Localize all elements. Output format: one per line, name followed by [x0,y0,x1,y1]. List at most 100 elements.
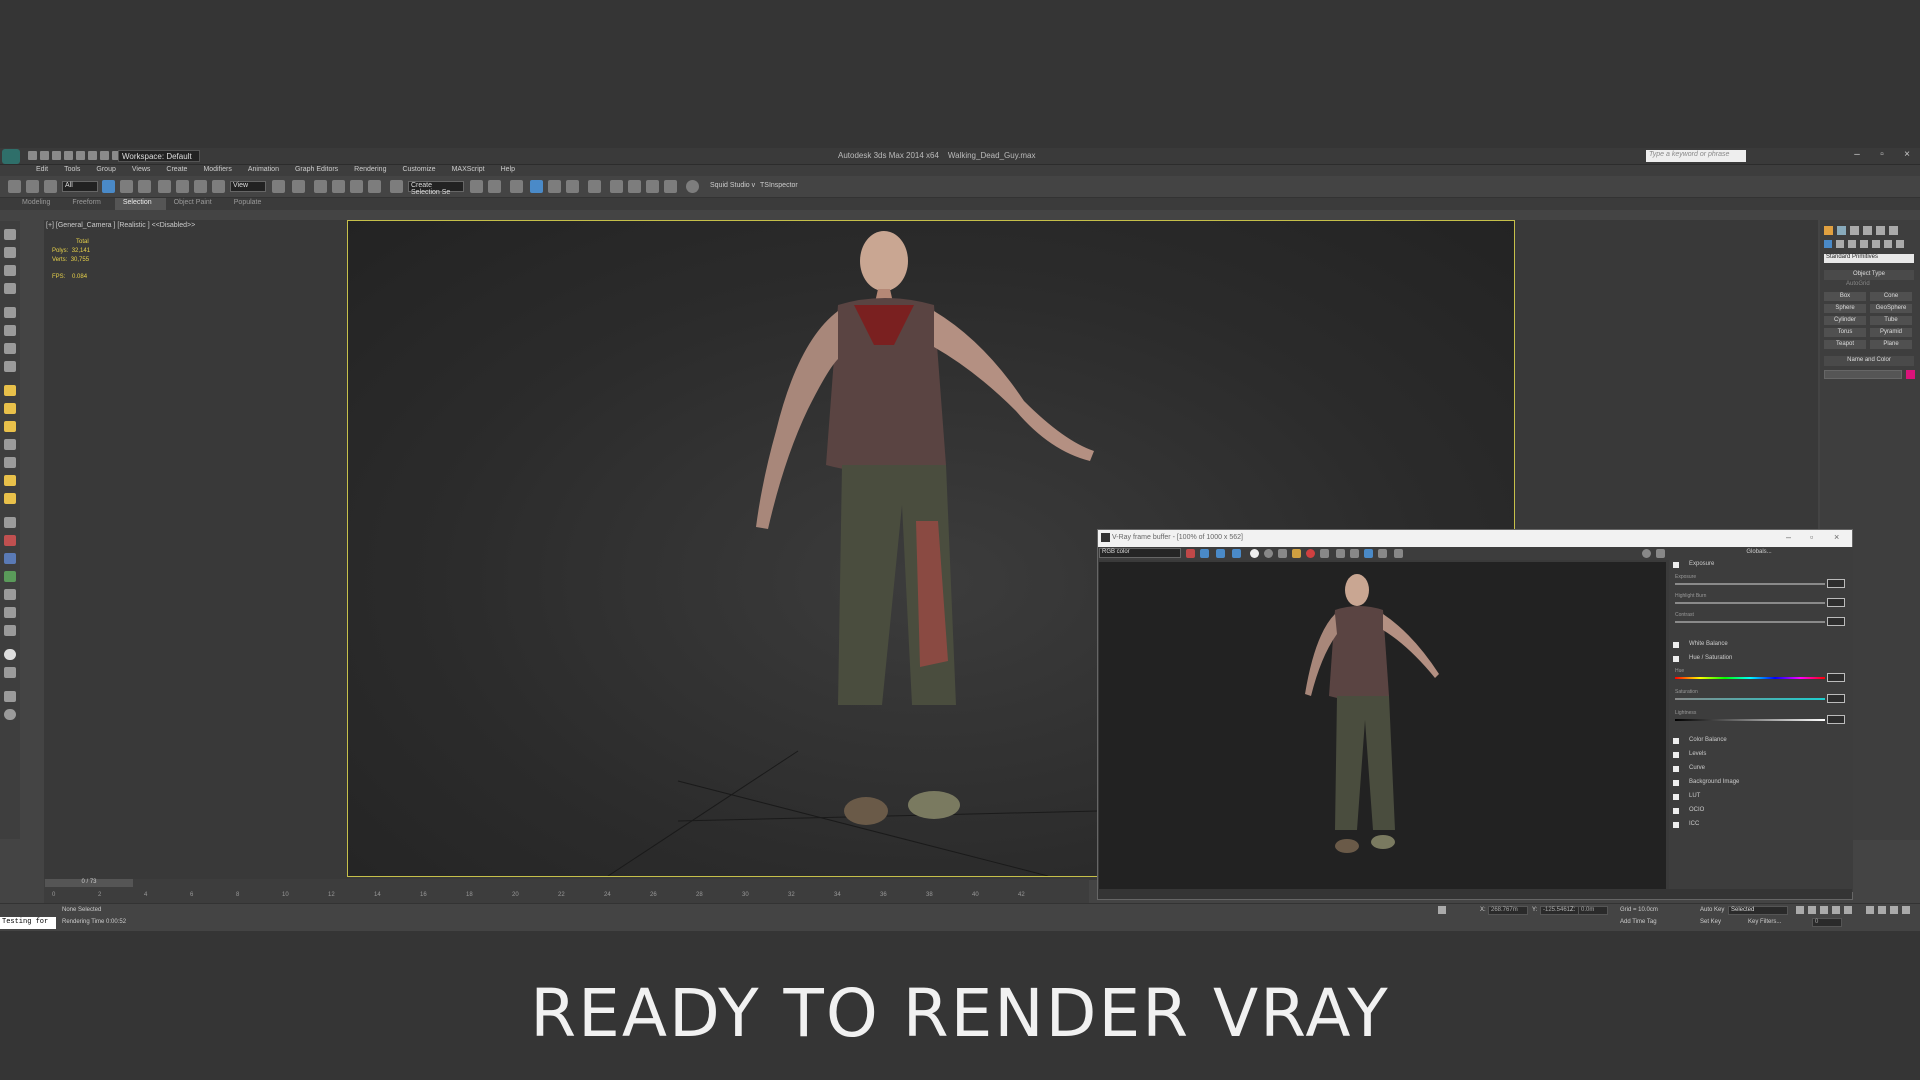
vfb-close-button[interactable]: × [1834,532,1839,542]
highlight-burn-value[interactable] [1827,598,1845,607]
tab-object-paint[interactable]: Object Paint [166,198,226,210]
particle-flow-icon[interactable] [4,607,16,618]
cone-button[interactable]: Cone [1870,292,1912,301]
zoom-all-icon[interactable] [1878,906,1886,914]
cameras-icon[interactable] [1860,240,1868,248]
auto-key-button[interactable]: Auto Key [1700,907,1724,913]
lights-icon[interactable] [1848,240,1856,248]
menu-rendering[interactable]: Rendering [346,165,394,176]
layer-explorer-icon[interactable] [4,265,16,276]
helper-icon[interactable] [4,343,16,354]
systems-icon[interactable] [1896,240,1904,248]
blue-channel-icon[interactable] [1216,549,1225,558]
levels-layer[interactable]: Levels [1673,751,1849,760]
stop-render-icon[interactable] [1306,549,1315,558]
material-ball-icon[interactable] [4,649,16,660]
menu-views[interactable]: Views [124,165,159,176]
hair-fur-icon[interactable] [4,625,16,636]
spacewarps-icon[interactable] [1884,240,1892,248]
select-object-icon[interactable] [102,180,115,193]
angle-snap-icon[interactable] [332,180,345,193]
rotate-icon[interactable] [194,180,207,193]
go-to-end-icon[interactable] [1844,906,1852,914]
space-warp-icon[interactable] [4,361,16,372]
render-last-icon[interactable] [1394,549,1403,558]
saturation-value[interactable] [1827,694,1845,703]
close-button[interactable]: × [1898,149,1916,163]
graphite-ribbon-icon[interactable] [530,180,543,193]
scale-icon[interactable] [212,180,225,193]
render-production-icon[interactable] [646,180,659,193]
curve-editor-icon[interactable] [548,180,561,193]
history-icon[interactable] [1378,549,1387,558]
current-frame-field[interactable]: 0 [1812,918,1842,927]
object-name-input[interactable] [1824,370,1902,379]
x-coordinate-field[interactable]: 268.767m [1488,906,1528,915]
window-crossing-icon[interactable] [158,180,171,193]
plane-button[interactable]: Plane [1870,340,1912,349]
region-render-icon[interactable] [1336,549,1345,558]
box-primitive-icon[interactable] [4,385,16,396]
zoom-icon[interactable] [1866,906,1874,914]
biped-icon[interactable] [4,553,16,564]
menu-help[interactable]: Help [493,165,523,176]
go-to-start-icon[interactable] [1796,906,1804,914]
hold-icon[interactable] [88,151,97,160]
open-file-icon[interactable] [40,151,49,160]
tab-selection[interactable]: Selection [114,198,166,210]
teapot-button[interactable]: Teapot [1824,340,1866,349]
ocio-checkbox[interactable] [1673,808,1679,814]
menu-modifiers[interactable]: Modifiers [195,165,239,176]
globals-button[interactable]: Globals... [1699,549,1819,559]
cat-rig-icon[interactable] [4,571,16,582]
squid-studio-button[interactable]: Squid Studio v [710,182,755,189]
maximize-viewport-icon[interactable] [1902,906,1910,914]
tube-button[interactable]: Tube [1870,316,1912,325]
curve-layer[interactable]: Curve [1673,765,1849,774]
menu-group[interactable]: Group [88,165,123,176]
orbit-icon[interactable] [1890,906,1898,914]
camera-icon[interactable] [4,325,16,336]
move-icon[interactable] [176,180,189,193]
link-icon[interactable] [8,180,21,193]
color-balance-layer[interactable]: Color Balance [1673,737,1849,746]
search-input[interactable]: Type a keyword or phrase [1646,150,1746,162]
previous-frame-icon[interactable] [1808,906,1816,914]
menu-maxscript[interactable]: MAXScript [444,165,493,176]
settings-icon[interactable] [1642,549,1651,558]
fetch-icon[interactable] [100,151,109,160]
load-image-icon[interactable] [1278,549,1287,558]
render-activeshade-icon[interactable] [686,180,699,193]
highlight-burn-slider[interactable] [1675,602,1825,604]
add-time-tag[interactable]: Add Time Tag [1620,919,1657,925]
helpers-icon[interactable] [1872,240,1880,248]
torus-button[interactable]: Torus [1824,328,1866,337]
omni-light-icon[interactable] [4,493,16,504]
hierarchy-icon[interactable] [4,283,16,294]
sun-light-icon[interactable] [4,475,16,486]
selection-filter-dropdown[interactable]: All [62,181,98,192]
levels-checkbox[interactable] [1673,752,1679,758]
cylinder-button[interactable]: Cylinder [1824,316,1866,325]
object-type-header[interactable]: Object Type [1824,270,1914,280]
box-button[interactable]: Box [1824,292,1866,301]
hue-value[interactable] [1827,673,1845,682]
menu-create[interactable]: Create [158,165,195,176]
menu-tools[interactable]: Tools [56,165,88,176]
select-by-name-icon[interactable] [120,180,133,193]
hierarchy-tab-icon[interactable] [1850,226,1859,235]
torus-primitive-icon[interactable] [4,439,16,450]
create-tab-icon[interactable] [1824,226,1833,235]
spinner-snap-icon[interactable] [368,180,381,193]
lens-effects-icon[interactable] [1350,549,1359,558]
lut-layer[interactable]: LUT [1673,793,1849,802]
save-file-icon[interactable] [52,151,61,160]
bind-space-warp-icon[interactable] [44,180,57,193]
color-balance-checkbox[interactable] [1673,738,1679,744]
object-color-swatch[interactable] [1906,370,1915,379]
grid-helper-icon[interactable] [4,517,16,528]
time-slider[interactable]: 0 / 73 0 2 4 6 8 10 12 14 16 18 20 22 24 26 28 30 32 34 36… [44,879,1089,903]
render-iterative-icon[interactable] [664,180,677,193]
motion-tab-icon[interactable] [1863,226,1872,235]
mono-icon[interactable] [1250,549,1259,558]
